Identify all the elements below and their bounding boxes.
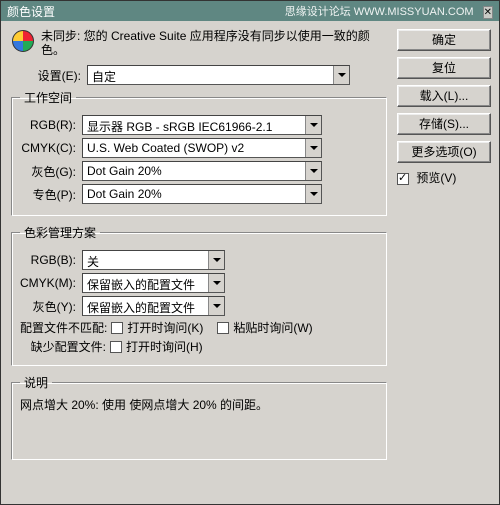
ws-cmyk-select[interactable]: U.S. Web Coated (SWOP) v2	[82, 138, 322, 158]
chevron-down-icon	[208, 274, 224, 292]
save-button[interactable]: 存储(S)...	[397, 113, 491, 135]
pl-cmyk-select[interactable]: 保留嵌入的配置文件	[82, 273, 225, 293]
description-text: 网点增大 20%: 使用 使网点增大 20% 的间距。	[20, 397, 378, 413]
pl-gray-label: 灰色(Y):	[20, 298, 76, 315]
chevron-down-icon	[305, 116, 321, 134]
policy-legend: 色彩管理方案	[20, 224, 100, 241]
ws-gray-label: 灰色(G):	[20, 163, 76, 180]
ws-rgb-label: RGB(R):	[20, 118, 76, 132]
chevron-down-icon	[305, 185, 321, 203]
ws-cmyk-label: CMYK(C):	[20, 141, 76, 155]
preview-checkbox[interactable]	[397, 173, 409, 185]
chevron-down-icon	[333, 66, 349, 84]
mismatch-paste-text: 粘贴时询问(W)	[233, 319, 312, 336]
dialog-window: 颜色设置 思缘设计论坛 WWW.MISSYUAN.COM ✕ 未同步: 您的 C…	[0, 0, 500, 505]
title-bar: 颜色设置 思缘设计论坛 WWW.MISSYUAN.COM ✕	[1, 1, 499, 21]
reset-button[interactable]: 复位	[397, 57, 491, 79]
pl-cmyk-label: CMYK(M):	[20, 276, 76, 290]
policy-group: 色彩管理方案 RGB(B): 关 CMYK(M): 保留嵌入的配置文件 灰色(Y…	[11, 224, 387, 366]
chevron-down-icon	[305, 162, 321, 180]
description-legend: 说明	[20, 374, 52, 391]
ws-spot-select[interactable]: Dot Gain 20%	[82, 184, 322, 204]
pl-rgb-select[interactable]: 关	[82, 250, 225, 270]
chevron-down-icon	[208, 251, 224, 269]
mismatch-open-checkbox[interactable]	[111, 322, 123, 334]
unsynced-icon	[11, 29, 35, 53]
sync-warning-text: 未同步: 您的 Creative Suite 应用程序没有同步以使用一致的颜色。	[41, 29, 387, 57]
missing-open-text: 打开时询问(H)	[126, 338, 203, 355]
ws-spot-label: 专色(P):	[20, 186, 76, 203]
settings-label: 设置(E):	[11, 67, 81, 84]
chevron-down-icon	[305, 139, 321, 157]
dialog-title: 颜色设置	[7, 3, 55, 20]
missing-label: 缺少配置文件:	[20, 338, 106, 355]
preview-label: 预览(V)	[416, 171, 456, 185]
mismatch-label: 配置文件不匹配:	[20, 319, 107, 336]
mismatch-open-text: 打开时询问(K)	[127, 319, 203, 336]
settings-select[interactable]: 自定	[87, 65, 350, 85]
sync-warning: 未同步: 您的 Creative Suite 应用程序没有同步以使用一致的颜色。	[11, 29, 387, 57]
missing-open-checkbox[interactable]	[110, 341, 122, 353]
description-group: 说明 网点增大 20%: 使用 使网点增大 20% 的间距。	[11, 374, 387, 460]
watermark-text: 思缘设计论坛 WWW.MISSYUAN.COM ✕	[285, 3, 493, 19]
chevron-down-icon	[208, 297, 224, 315]
ws-gray-select[interactable]: Dot Gain 20%	[82, 161, 322, 181]
workspace-group: 工作空间 RGB(R): 显示器 RGB - sRGB IEC61966-2.1…	[11, 89, 387, 216]
ws-rgb-select[interactable]: 显示器 RGB - sRGB IEC61966-2.1	[82, 115, 322, 135]
pl-rgb-label: RGB(B):	[20, 253, 76, 267]
workspace-legend: 工作空间	[20, 89, 76, 106]
load-button[interactable]: 载入(L)...	[397, 85, 491, 107]
more-options-button[interactable]: 更多选项(O)	[397, 141, 491, 163]
ok-button[interactable]: 确定	[397, 29, 491, 51]
mismatch-paste-checkbox[interactable]	[217, 322, 229, 334]
pl-gray-select[interactable]: 保留嵌入的配置文件	[82, 296, 225, 316]
close-button[interactable]: ✕	[483, 6, 493, 19]
